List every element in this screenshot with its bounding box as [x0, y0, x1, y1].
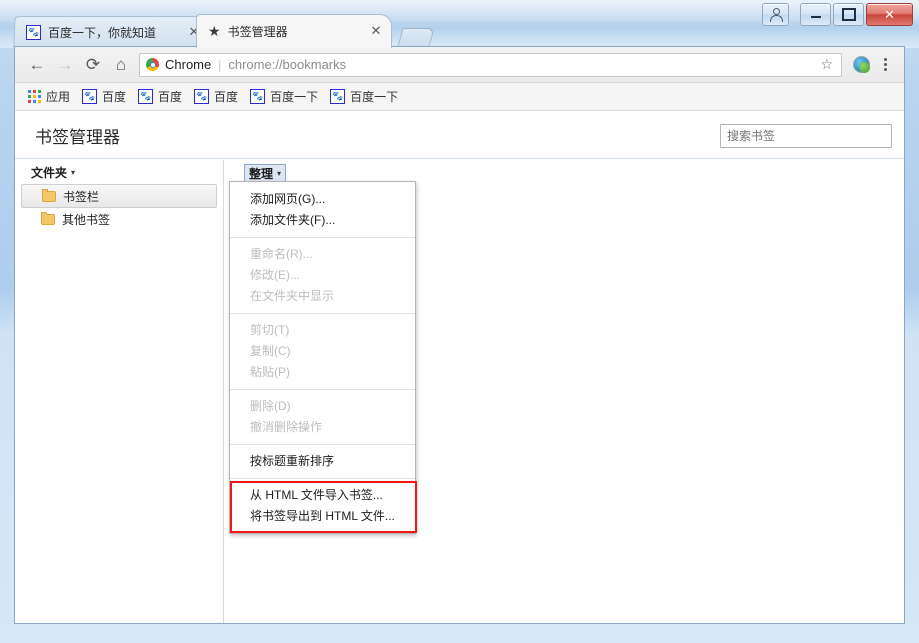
- back-arrow-icon: ←: [29, 55, 46, 75]
- close-icon: ✕: [884, 8, 895, 21]
- bookmark-label: 百度一下: [270, 88, 318, 105]
- menu-separator: [230, 313, 415, 314]
- minimize-icon: [811, 16, 821, 18]
- bookmark-star-icon[interactable]: ☆: [820, 56, 835, 73]
- new-tab-button[interactable]: [397, 28, 434, 47]
- sidebar-header[interactable]: 文件夹 ▾: [15, 160, 223, 184]
- chevron-down-icon: ▾: [277, 169, 281, 178]
- baidu-paw-icon: 🐾: [330, 89, 345, 104]
- kebab-menu-icon[interactable]: [874, 51, 896, 79]
- bookmark-item[interactable]: 🐾 百度: [77, 86, 131, 108]
- reload-icon: ⟳: [86, 55, 100, 75]
- menu-separator: [230, 237, 415, 238]
- maximize-icon: [842, 8, 856, 21]
- folder-icon: [41, 214, 55, 225]
- search-input[interactable]: [720, 124, 892, 148]
- home-button[interactable]: ⌂: [107, 51, 135, 79]
- menu-item-rename: 重命名(R)...: [230, 244, 415, 265]
- user-switch-button[interactable]: [762, 3, 789, 26]
- omnibox-scheme-label: Chrome: [165, 57, 211, 72]
- bookmark-item[interactable]: 🐾 百度一下: [325, 86, 403, 108]
- star-icon: ★: [208, 24, 221, 38]
- bookmark-item[interactable]: 🐾 百度: [133, 86, 187, 108]
- menu-item-edit: 修改(E)...: [230, 265, 415, 286]
- bookmarks-bar: 应用 🐾 百度 🐾 百度 🐾 百度 🐾 百度一下 🐾 百度一下: [15, 83, 904, 111]
- bookmark-manager-page: 书签管理器 文件夹 ▾ 书签栏 其他书签: [15, 113, 904, 623]
- navigation-toolbar: ← → ⟳ ⌂ Chrome | chrome://bookmarks ☆: [15, 47, 904, 83]
- organize-label: 整理: [249, 165, 273, 182]
- folder-icon: [42, 191, 56, 202]
- menu-item-delete: 删除(D): [230, 396, 415, 417]
- forward-arrow-icon: →: [57, 55, 74, 75]
- baidu-paw-icon: 🐾: [82, 89, 97, 104]
- bookmark-item[interactable]: 🐾 百度一下: [245, 86, 323, 108]
- menu-separator: [230, 444, 415, 445]
- apps-label: 应用: [46, 88, 70, 105]
- minimize-button[interactable]: [800, 3, 831, 26]
- menu-item-undo-delete: 撤消删除操作: [230, 417, 415, 438]
- sidebar-item-bookmarks-bar[interactable]: 书签栏: [21, 184, 217, 208]
- menu-item-paste: 粘贴(P): [230, 362, 415, 383]
- page-title: 书签管理器: [35, 123, 120, 148]
- bookmark-label: 百度: [214, 88, 238, 105]
- organize-dropdown-menu: 添加网页(G)... 添加文件夹(F)... 重命名(R)... 修改(E)..…: [229, 181, 416, 534]
- chrome-icon: [146, 58, 159, 71]
- sidebar-header-label: 文件夹: [31, 164, 67, 181]
- menu-item-add-folder[interactable]: 添加文件夹(F)...: [230, 210, 415, 231]
- browser-content: ← → ⟳ ⌂ Chrome | chrome://bookmarks ☆: [14, 46, 905, 624]
- tab-title: 百度一下，你就知道: [48, 24, 174, 41]
- tab-close-icon[interactable]: ✕: [368, 23, 384, 39]
- omnibox-separator: |: [218, 58, 221, 72]
- menu-item-add-page[interactable]: 添加网页(G)...: [230, 189, 415, 210]
- baidu-paw-icon: 🐾: [250, 89, 265, 104]
- menu-item-cut: 剪切(T): [230, 320, 415, 341]
- folder-sidebar: 文件夹 ▾ 书签栏 其他书签: [15, 160, 224, 623]
- maximize-button[interactable]: [833, 3, 864, 26]
- tab-baidu[interactable]: 🐾 百度一下，你就知道 ✕: [14, 16, 210, 48]
- folder-label: 书签栏: [63, 188, 99, 205]
- address-bar[interactable]: Chrome | chrome://bookmarks ☆: [139, 53, 842, 77]
- menu-item-reorder-by-title[interactable]: 按标题重新排序: [230, 451, 415, 472]
- bookmark-manager-header: 书签管理器: [15, 113, 904, 159]
- tab-bookmark-manager[interactable]: ★ 书签管理器 ✕: [196, 14, 392, 48]
- forward-button[interactable]: →: [51, 51, 79, 79]
- omnibox-url-text: chrome://bookmarks: [228, 57, 820, 72]
- reload-button[interactable]: ⟳: [79, 51, 107, 79]
- bookmark-label: 百度一下: [350, 88, 398, 105]
- baidu-paw-icon: 🐾: [194, 89, 209, 104]
- chrome-browser-window: ✕ 🐾 百度一下，你就知道 ✕ ★ 书签管理器 ✕ ←: [0, 0, 919, 643]
- menu-separator: [230, 389, 415, 390]
- tab-title: 书签管理器: [228, 23, 356, 40]
- menu-item-export-bookmarks[interactable]: 将书签导出到 HTML 文件...: [230, 506, 415, 527]
- close-button[interactable]: ✕: [866, 3, 913, 26]
- back-button[interactable]: ←: [23, 51, 51, 79]
- bookmark-label: 百度: [158, 88, 182, 105]
- bookmark-item[interactable]: 🐾 百度: [189, 86, 243, 108]
- chevron-down-icon: ▾: [71, 168, 75, 177]
- apps-grid-icon: [28, 90, 41, 103]
- bookmark-label: 百度: [102, 88, 126, 105]
- sidebar-item-other-bookmarks[interactable]: 其他书签: [21, 208, 217, 230]
- bookmark-bar-apps[interactable]: 应用: [23, 86, 75, 108]
- menu-separator: [230, 478, 415, 479]
- baidu-paw-icon: 🐾: [138, 89, 153, 104]
- menu-item-show-in-folder: 在文件夹中显示: [230, 286, 415, 307]
- organize-button[interactable]: 整理 ▾: [244, 164, 286, 182]
- menu-item-import-bookmarks[interactable]: 从 HTML 文件导入书签...: [230, 485, 415, 506]
- baidu-paw-icon: 🐾: [26, 25, 41, 40]
- menu-item-copy: 复制(C): [230, 341, 415, 362]
- window-controls: ✕: [760, 3, 913, 26]
- home-icon: ⌂: [116, 55, 126, 75]
- bookmark-manager-body: 文件夹 ▾ 书签栏 其他书签 整理: [15, 160, 904, 623]
- user-icon: [769, 8, 782, 21]
- bookmark-list-pane: 整理 ▾ 添加网页(G)... 添加文件夹(F)... 重命名(R)... 修改…: [224, 160, 904, 623]
- globe-extension-icon[interactable]: [853, 56, 870, 73]
- folder-label: 其他书签: [62, 211, 110, 228]
- tab-strip: 🐾 百度一下，你就知道 ✕ ★ 书签管理器 ✕: [14, 12, 432, 48]
